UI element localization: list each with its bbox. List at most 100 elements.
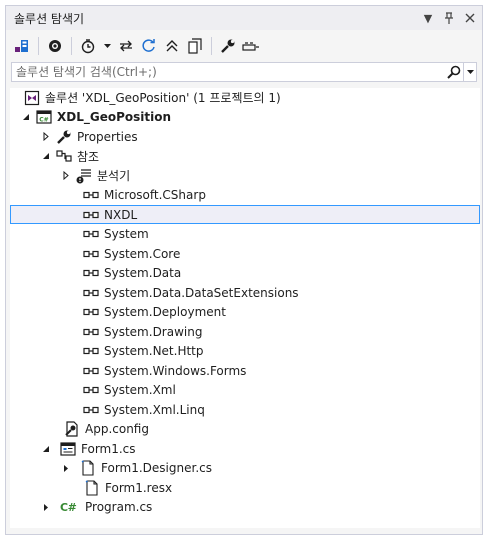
show-all-files-icon[interactable] bbox=[185, 35, 205, 57]
solution-tree: 솔루션 'XDL_GeoPosition' (1 프로젝트의 1) C# XDL… bbox=[10, 88, 480, 528]
csharp-badge: C# bbox=[60, 500, 77, 514]
preview-selected-items-icon[interactable] bbox=[241, 35, 261, 57]
reference-item-selected[interactable]: NXDL bbox=[10, 205, 480, 224]
tree-item-solution[interactable]: 솔루션 'XDL_GeoPosition' (1 프로젝트의 1) bbox=[10, 88, 480, 107]
solution-icon bbox=[24, 90, 40, 106]
assembly-reference-icon bbox=[83, 363, 99, 379]
reference-label: System.Data.DataSetExtensions bbox=[104, 285, 299, 300]
switch-views-icon[interactable] bbox=[12, 35, 32, 57]
pin-icon[interactable] bbox=[440, 8, 458, 28]
reference-label: System.Data bbox=[104, 266, 182, 280]
reference-item[interactable]: System bbox=[10, 225, 480, 244]
svg-text:C#: C# bbox=[39, 117, 48, 124]
assembly-reference-icon bbox=[83, 226, 99, 242]
toolbar-separator bbox=[38, 37, 39, 55]
toolbar-separator bbox=[211, 37, 212, 55]
search-options-dropdown-icon[interactable] bbox=[463, 63, 476, 81]
collapsed-arrow-icon[interactable] bbox=[60, 459, 72, 478]
assembly-reference-icon bbox=[83, 285, 99, 301]
assembly-reference-icon bbox=[83, 324, 99, 340]
assembly-reference-icon bbox=[83, 265, 99, 281]
reference-item[interactable]: System.Xml bbox=[10, 381, 480, 400]
csharp-project-icon: C# bbox=[36, 109, 52, 125]
panel-title: 솔루션 탐색기 bbox=[14, 11, 85, 26]
collapse-all-icon[interactable] bbox=[162, 35, 182, 57]
assembly-reference-icon bbox=[83, 304, 99, 320]
refresh-icon[interactable] bbox=[139, 35, 159, 57]
toggle-icon[interactable] bbox=[45, 35, 65, 57]
reference-item[interactable]: System.Data bbox=[10, 264, 480, 283]
reference-item[interactable]: System.Data.DataSetExtensions bbox=[10, 283, 480, 302]
form-icon bbox=[60, 441, 76, 457]
reference-label: System.Core bbox=[104, 246, 181, 261]
reference-label: System.Deployment bbox=[104, 305, 226, 319]
tree-item-form1-designer[interactable]: Form1.Designer.cs bbox=[10, 459, 480, 478]
properties-wrench-icon[interactable] bbox=[218, 35, 238, 57]
solution-explorer-panel: 솔루션 탐색기 ▼ 솔루션 탐색기 검색(Ctrl+;) 솔루션 'XDL_Ge… bbox=[5, 5, 483, 535]
reference-label: System.Windows.Forms bbox=[104, 363, 247, 378]
reference-label: System.Net.Http bbox=[104, 344, 204, 358]
window-position-dropdown-icon[interactable]: ▼ bbox=[419, 8, 437, 28]
analyzers-label: 분석기 bbox=[97, 169, 131, 183]
collapsed-arrow-icon[interactable] bbox=[40, 127, 52, 146]
code-file-icon bbox=[80, 460, 96, 476]
toolbar bbox=[6, 32, 482, 60]
reference-item[interactable]: System.Drawing bbox=[10, 322, 480, 341]
tree-item-form1[interactable]: Form1.cs bbox=[10, 439, 480, 458]
assembly-reference-icon bbox=[83, 207, 99, 223]
tree-item-project[interactable]: C# XDL_GeoPosition bbox=[10, 108, 480, 127]
properties-label: Properties bbox=[77, 129, 138, 144]
reference-label: System.Xml bbox=[104, 383, 176, 397]
tree-item-program[interactable]: C# Program.cs bbox=[10, 498, 480, 517]
form1-label: Form1.cs bbox=[81, 441, 136, 456]
reference-label: System bbox=[104, 227, 149, 241]
reference-item[interactable]: Microsoft.CSharp bbox=[10, 186, 480, 205]
tree-item-analyzers[interactable]: 분석기 bbox=[10, 166, 480, 185]
search-input[interactable] bbox=[12, 63, 445, 81]
tree-item-properties[interactable]: Properties bbox=[10, 127, 480, 146]
reference-item[interactable]: System.Windows.Forms bbox=[10, 361, 480, 380]
dropdown-arrow-icon[interactable] bbox=[101, 35, 113, 57]
config-file-icon bbox=[64, 421, 80, 437]
collapsed-arrow-icon[interactable] bbox=[60, 166, 72, 185]
tree-item-app-config[interactable]: App.config bbox=[10, 420, 480, 439]
reference-item[interactable]: System.Net.Http bbox=[10, 342, 480, 361]
expanded-arrow-icon[interactable] bbox=[20, 108, 32, 127]
analyzer-icon bbox=[76, 168, 92, 184]
reference-label: System.Xml.Linq bbox=[104, 402, 205, 417]
program-label: Program.cs bbox=[85, 500, 153, 514]
reference-label: NXDL bbox=[104, 207, 138, 222]
references-label: 참조 bbox=[77, 149, 100, 164]
expanded-arrow-icon[interactable] bbox=[40, 147, 52, 166]
form1-resx-label: Form1.resx bbox=[105, 480, 173, 495]
reference-label: System.Drawing bbox=[104, 324, 203, 339]
assembly-reference-icon bbox=[83, 246, 99, 262]
resource-file-icon bbox=[84, 479, 100, 496]
pending-changes-filter-icon[interactable] bbox=[78, 35, 98, 57]
reference-item[interactable]: System.Deployment bbox=[10, 303, 480, 322]
sync-with-active-document-icon[interactable] bbox=[116, 35, 136, 57]
reference-item[interactable]: System.Xml.Linq bbox=[10, 400, 480, 419]
assembly-reference-icon bbox=[83, 187, 99, 203]
search-icon[interactable] bbox=[445, 63, 463, 81]
assembly-reference-icon bbox=[83, 343, 99, 359]
collapsed-arrow-icon[interactable] bbox=[40, 498, 52, 517]
form1-designer-label: Form1.Designer.cs bbox=[101, 461, 212, 475]
tree-item-form1-resx[interactable]: Form1.resx bbox=[10, 478, 480, 497]
title-bar: 솔루션 탐색기 ▼ bbox=[6, 6, 482, 30]
toolbar-separator bbox=[71, 37, 72, 55]
wrench-icon bbox=[56, 129, 72, 145]
reference-item[interactable]: System.Core bbox=[10, 244, 480, 263]
project-label: XDL_GeoPosition bbox=[57, 110, 172, 124]
close-icon[interactable] bbox=[461, 8, 479, 28]
assembly-reference-icon bbox=[83, 402, 99, 418]
csharp-file-icon: C# bbox=[60, 499, 80, 515]
solution-label: 솔루션 'XDL_GeoPosition' (1 프로젝트의 1) bbox=[45, 91, 281, 105]
references-icon bbox=[56, 148, 72, 164]
tree-item-references[interactable]: 참조 bbox=[10, 147, 480, 166]
search-box bbox=[11, 62, 477, 82]
expanded-arrow-icon[interactable] bbox=[40, 439, 52, 458]
reference-label: Microsoft.CSharp bbox=[104, 188, 206, 202]
assembly-reference-icon bbox=[83, 382, 99, 398]
app-config-label: App.config bbox=[85, 422, 149, 436]
